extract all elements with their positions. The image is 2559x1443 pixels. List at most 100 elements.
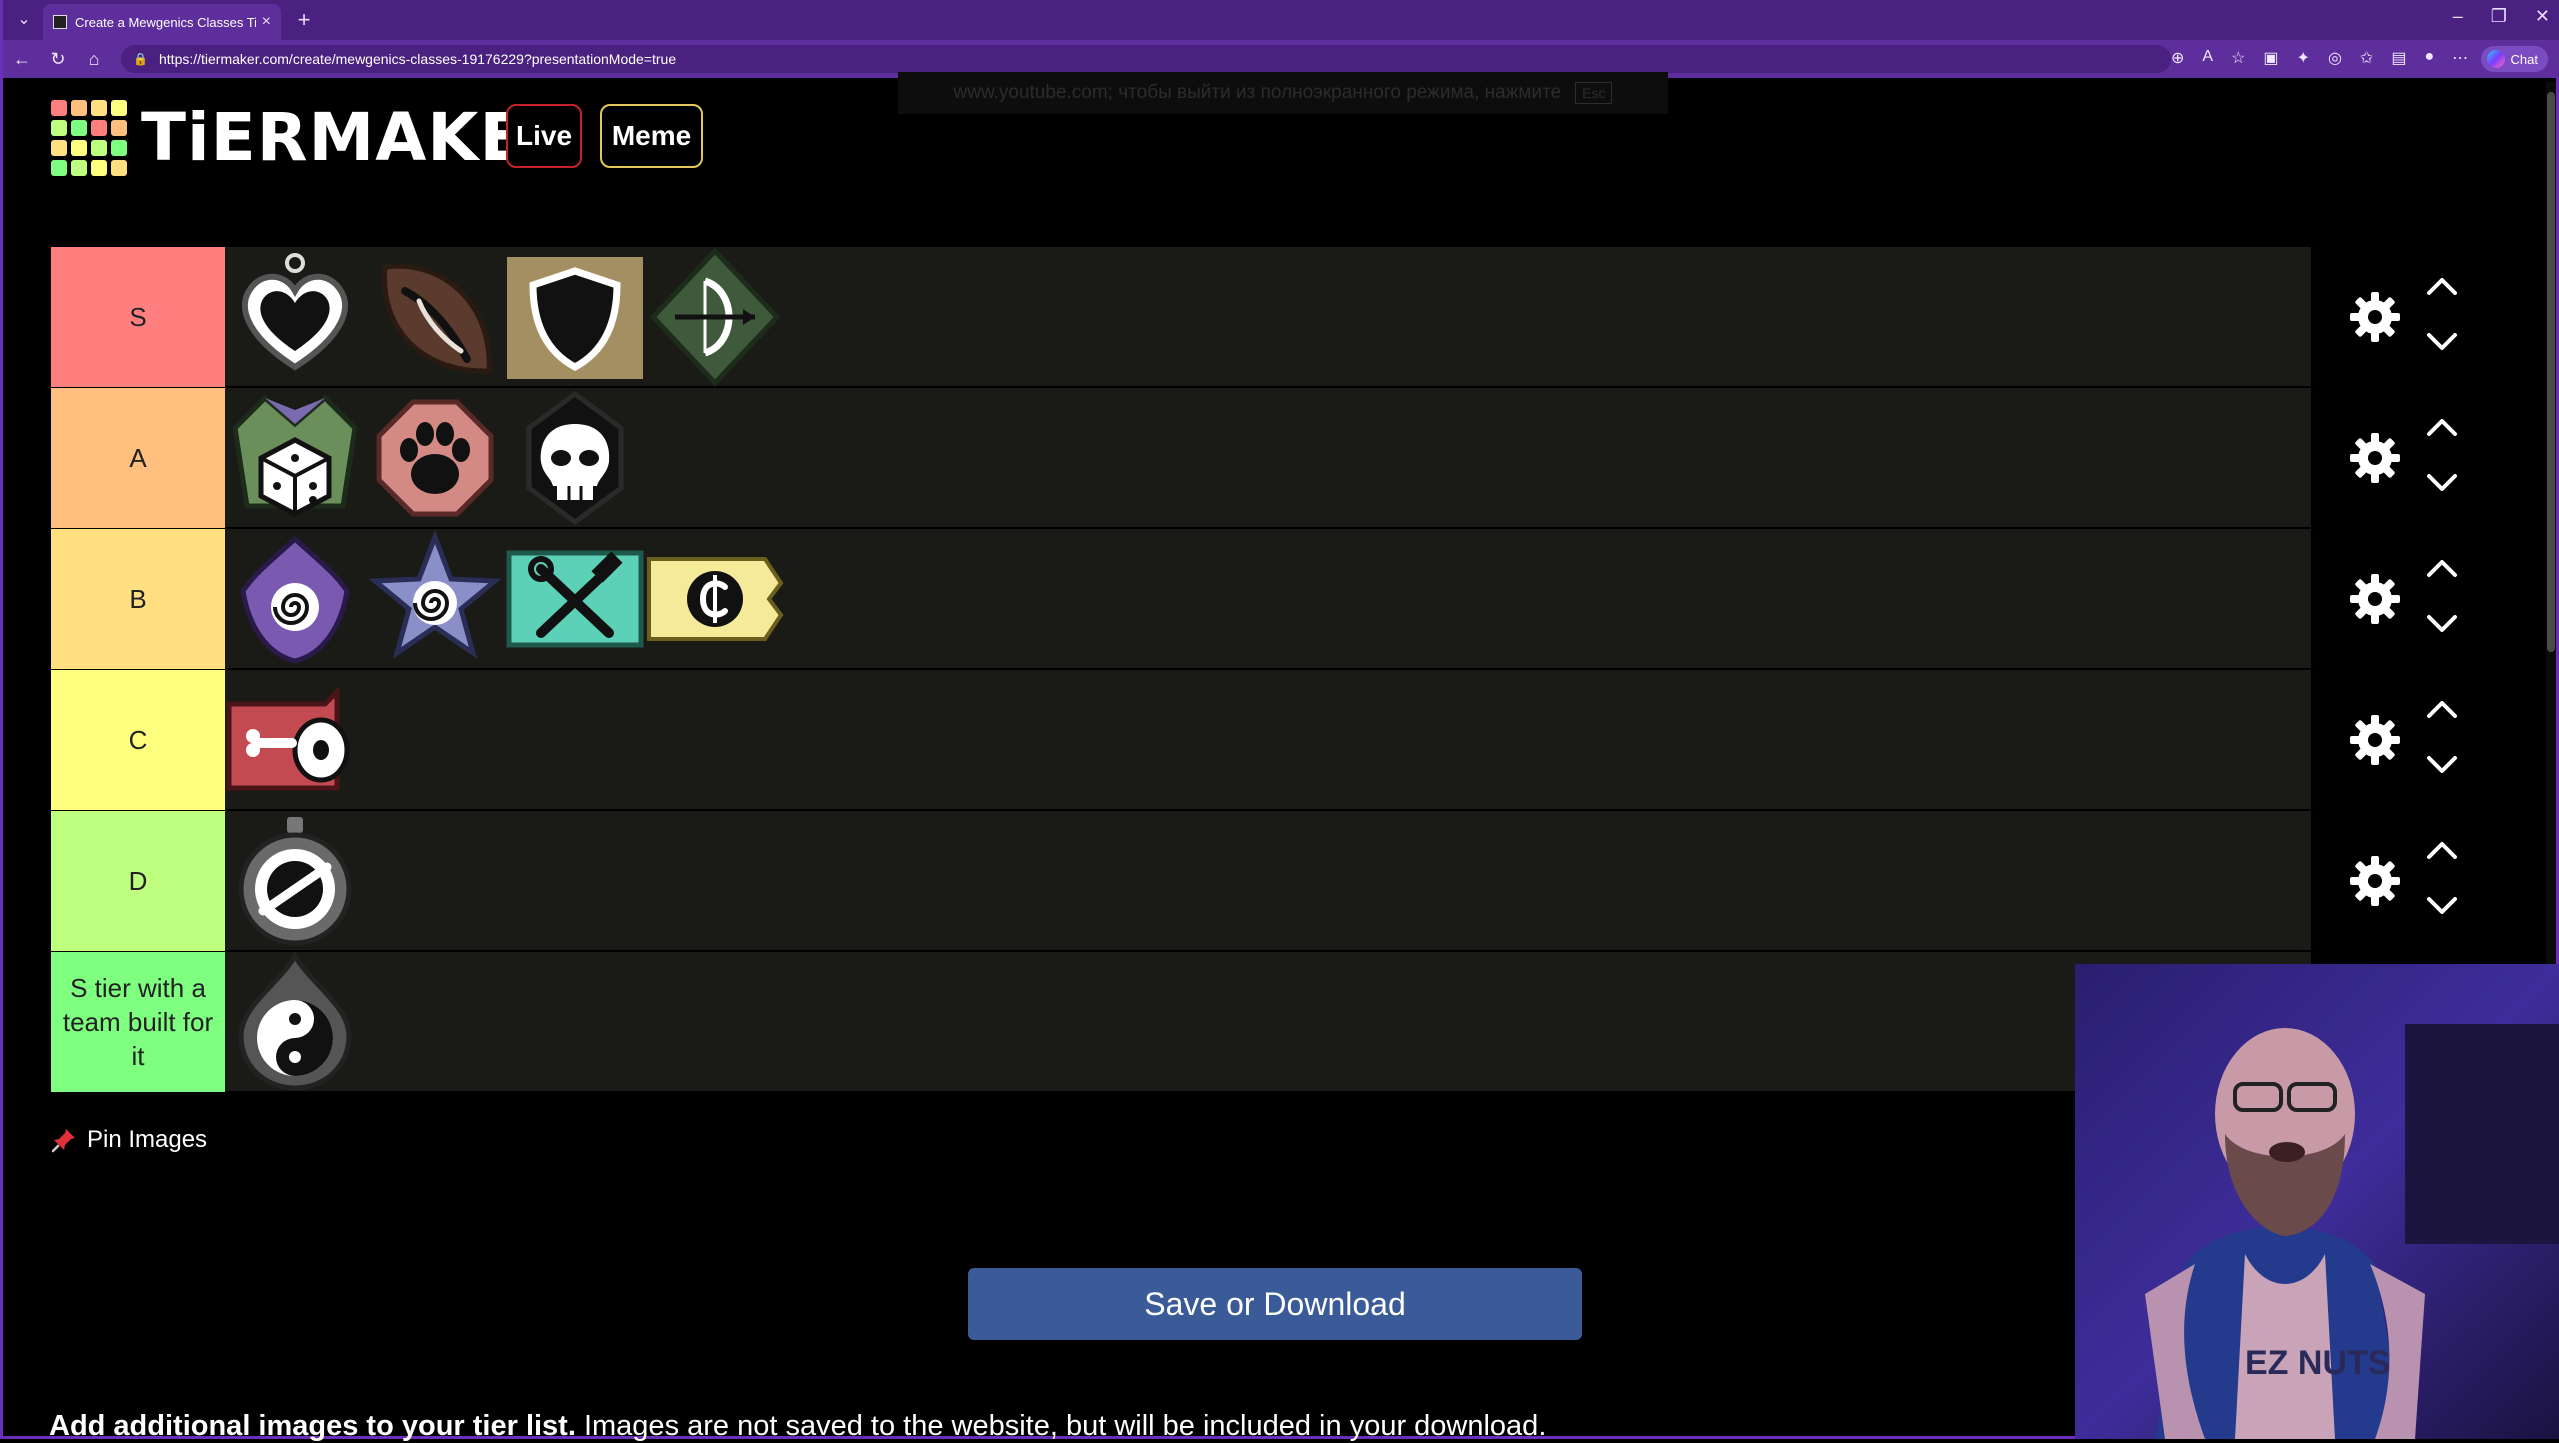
pin-images-toggle[interactable]: Pin Images: [51, 1126, 207, 1154]
address-bar[interactable]: 🔒 https://tiermaker.com/create/mewgenics…: [121, 45, 2171, 73]
coin-class-icon[interactable]: [645, 529, 785, 669]
esc-key-badge: Esc: [1575, 82, 1613, 104]
save-or-download-button[interactable]: Save or Download: [968, 1268, 1582, 1340]
forbidden-class-icon[interactable]: [225, 811, 365, 951]
new-tab-icon[interactable]: +: [291, 6, 317, 34]
tiermaker-logo[interactable]: TiERMAKER: [51, 100, 577, 176]
add-images-heading: Add additional images to your tier list.: [49, 1410, 576, 1442]
tab-list-icon[interactable]: ⌄: [11, 8, 37, 32]
home-icon[interactable]: ⌂: [83, 48, 105, 70]
move-tier-up-icon[interactable]: [2425, 698, 2459, 720]
zoom-icon[interactable]: ⊕: [2171, 48, 2184, 68]
logo-grid-square: [51, 160, 67, 176]
skull-class-icon[interactable]: [505, 388, 645, 528]
shield-class-icon[interactable]: [505, 247, 645, 387]
tier-controls: [2317, 811, 2467, 952]
tier-controls: [2317, 670, 2467, 811]
tier-items-dropzone[interactable]: [225, 811, 2311, 951]
move-tier-down-icon[interactable]: [2425, 472, 2459, 494]
jester-dice-class-icon[interactable]: [225, 388, 365, 528]
spiral-hand-class-icon[interactable]: [225, 529, 365, 669]
restore-icon[interactable]: ❐: [2491, 6, 2507, 27]
tier-settings-gear-icon[interactable]: [2347, 853, 2403, 909]
move-tier-down-icon[interactable]: [2425, 613, 2459, 635]
tools-class-icon[interactable]: [505, 529, 645, 669]
tier-controls: [2317, 388, 2467, 529]
tiermaker-favicon-icon: [53, 15, 67, 29]
move-tier-up-icon[interactable]: [2425, 416, 2459, 438]
move-tier-up-icon[interactable]: [2425, 839, 2459, 861]
logo-grid-square: [51, 100, 67, 116]
tier-settings-gear-icon[interactable]: [2347, 571, 2403, 627]
tier-label[interactable]: B: [51, 529, 225, 669]
logo-grid-square: [111, 120, 127, 136]
meat-class-icon[interactable]: [225, 670, 365, 810]
spiral-star-class-icon[interactable]: [365, 529, 505, 669]
heart-class-icon[interactable]: [225, 247, 365, 387]
browser-tab[interactable]: Create a Mewgenics Classes Tier L ×: [43, 4, 281, 40]
leaf-class-icon[interactable]: [365, 247, 505, 387]
tier-label[interactable]: S tier with a team built for it: [51, 952, 225, 1092]
lock-icon: 🔒: [133, 52, 148, 66]
url-text: https://tiermaker.com/create/mewgenics-c…: [159, 51, 677, 67]
logo-grid-square: [91, 140, 107, 156]
move-tier-up-icon[interactable]: [2425, 557, 2459, 579]
tier-settings-gear-icon[interactable]: [2347, 430, 2403, 486]
move-tier-down-icon[interactable]: [2425, 895, 2459, 917]
tier-items-dropzone[interactable]: [225, 952, 2311, 1092]
logo-grid-square: [71, 120, 87, 136]
svg-text:EZ NUTS: EZ NUTS: [2245, 1344, 2390, 1382]
extension-icon[interactable]: ▣: [2263, 48, 2278, 68]
tier-row: S tier with a team built for it: [51, 952, 2311, 1093]
logo-grid-square: [71, 100, 87, 116]
live-button[interactable]: Live: [506, 104, 582, 168]
read-aloud-icon[interactable]: A: [2202, 48, 2213, 68]
fullscreen-notice: www.youtube.com; чтобы выйти из полноэкр…: [898, 72, 1668, 114]
profile-avatar-icon[interactable]: ●: [2424, 48, 2434, 68]
screen: ⌄ Create a Mewgenics Classes Tier L × + …: [0, 0, 2559, 1442]
tier-settings-gear-icon[interactable]: [2347, 289, 2403, 345]
move-tier-down-icon[interactable]: [2425, 331, 2459, 353]
logo-grid-square: [91, 120, 107, 136]
paw-class-icon[interactable]: [365, 388, 505, 528]
tier-controls: [2317, 247, 2467, 388]
tier-settings-gear-icon[interactable]: [2347, 712, 2403, 768]
logo-grid-square: [71, 140, 87, 156]
translate-extension-icon[interactable]: ✦: [2297, 48, 2310, 68]
minimize-icon[interactable]: –: [2453, 6, 2463, 27]
browser-essentials-icon[interactable]: ◎: [2328, 48, 2342, 68]
tier-label[interactable]: S: [51, 247, 225, 387]
chat-label: Chat: [2510, 51, 2538, 67]
logo-grid-square: [71, 160, 87, 176]
collections-icon[interactable]: ▤: [2391, 48, 2406, 68]
logo-grid-square: [51, 140, 67, 156]
logo-grid-icon: [51, 100, 127, 176]
tier-items-dropzone[interactable]: [225, 670, 2311, 810]
archer-class-icon[interactable]: [645, 247, 785, 387]
copilot-icon: [2486, 50, 2505, 68]
favorites-icon[interactable]: ✩: [2360, 48, 2373, 68]
close-tab-icon[interactable]: ×: [262, 13, 271, 31]
tier-label[interactable]: A: [51, 388, 225, 528]
close-window-icon[interactable]: ✕: [2535, 6, 2550, 27]
tier-label[interactable]: C: [51, 670, 225, 810]
move-tier-down-icon[interactable]: [2425, 754, 2459, 776]
browser-extension-tools: ⊕ A ☆ ▣ ✦ ◎ ✩ ▤ ● ⋯: [2171, 48, 2468, 68]
scrollbar-thumb[interactable]: [2547, 92, 2555, 652]
pushpin-icon: [51, 1129, 75, 1153]
add-images-description: Images are not saved to the website, but…: [575, 1410, 1547, 1442]
favorite-star-icon[interactable]: ☆: [2231, 48, 2245, 68]
move-tier-up-icon[interactable]: [2425, 275, 2459, 297]
tier-row: D: [51, 811, 2311, 952]
tab-title: Create a Mewgenics Classes Tier L: [75, 14, 256, 30]
copilot-chat-button[interactable]: Chat: [2480, 46, 2548, 72]
reload-icon[interactable]: ↻: [47, 48, 69, 70]
logo-grid-square: [111, 160, 127, 176]
meme-button[interactable]: Meme: [600, 104, 703, 168]
tier-label[interactable]: D: [51, 811, 225, 951]
more-menu-icon[interactable]: ⋯: [2452, 48, 2468, 68]
logo-grid-square: [91, 160, 107, 176]
yin-yang-class-icon[interactable]: [225, 952, 365, 1092]
webcam-overlay: EZ NUTS: [2075, 964, 2559, 1439]
back-icon[interactable]: ←: [11, 48, 33, 70]
